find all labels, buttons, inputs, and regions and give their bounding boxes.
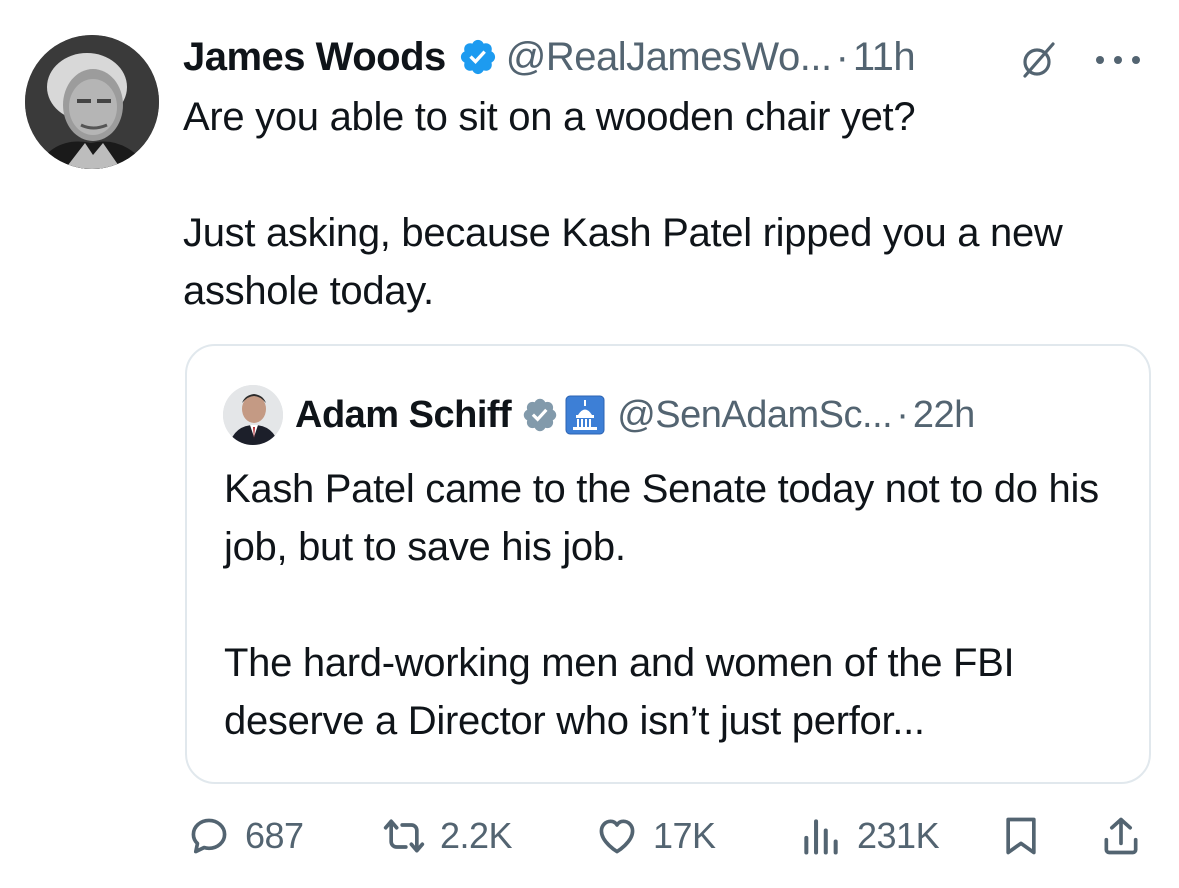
reply-button[interactable]: 687 — [187, 808, 304, 864]
quoted-tweet[interactable]: Adam Schiff @SenAdamSc... · 22h Kash Pat… — [185, 344, 1151, 784]
quoted-author-name[interactable]: Adam Schiff — [295, 394, 512, 437]
quoted-tweet-header: Adam Schiff @SenAdamSc... · 22h — [223, 385, 975, 445]
capitol-badge-icon[interactable] — [565, 395, 605, 435]
like-count: 17K — [653, 815, 716, 856]
repost-count: 2.2K — [440, 815, 513, 856]
reply-icon — [191, 818, 227, 854]
quoted-tweet-text: Kash Patel came to the Senate today not … — [224, 460, 1134, 750]
quoted-tweet-paragraph: The hard-working men and women of the FB… — [224, 641, 1015, 743]
views-icon — [804, 819, 838, 855]
quoted-author-avatar[interactable] — [223, 385, 283, 445]
repost-icon — [383, 819, 425, 853]
tweet-text: Are you able to sit on a wooden chair ye… — [183, 88, 1143, 320]
quoted-author-photo — [223, 385, 283, 445]
share-icon — [1104, 817, 1138, 855]
views-count: 231K — [857, 815, 940, 856]
author-photo — [25, 35, 159, 169]
author-avatar[interactable] — [25, 35, 159, 169]
author-name[interactable]: James Woods — [183, 35, 446, 80]
separator-dot: · — [896, 393, 909, 436]
tweet-paragraph: Are you able to sit on a wooden chair ye… — [183, 95, 916, 139]
quoted-tweet-timestamp[interactable]: 22h — [913, 394, 975, 437]
tweet-timestamp[interactable]: 11h — [853, 35, 916, 80]
repost-button[interactable]: 2.2K — [382, 808, 513, 864]
tweet-paragraph: Just asking, because Kash Patel ripped y… — [183, 211, 1063, 313]
like-button[interactable]: 17K — [595, 808, 716, 864]
more-icon[interactable] — [1092, 48, 1144, 72]
action-bar: 687 2.2K 17K 231K — [187, 808, 1147, 864]
government-verified-badge-icon[interactable] — [521, 396, 559, 434]
grok-icon[interactable] — [1017, 38, 1061, 82]
quoted-author-handle[interactable]: @SenAdamSc... — [617, 394, 892, 437]
separator-dot: · — [835, 34, 849, 79]
bookmark-button[interactable] — [999, 808, 1043, 864]
bookmark-icon — [1006, 817, 1036, 855]
share-button[interactable] — [1099, 808, 1143, 864]
reply-count: 687 — [245, 815, 304, 856]
heart-icon — [599, 819, 635, 854]
views-button[interactable]: 231K — [799, 808, 940, 864]
verified-badge-icon[interactable] — [458, 37, 498, 77]
author-handle[interactable]: @RealJamesWo... — [506, 35, 832, 80]
tweet-header: James Woods @RealJamesWo... · 11h — [183, 30, 916, 84]
quoted-tweet-paragraph: Kash Patel came to the Senate today not … — [224, 467, 1099, 569]
